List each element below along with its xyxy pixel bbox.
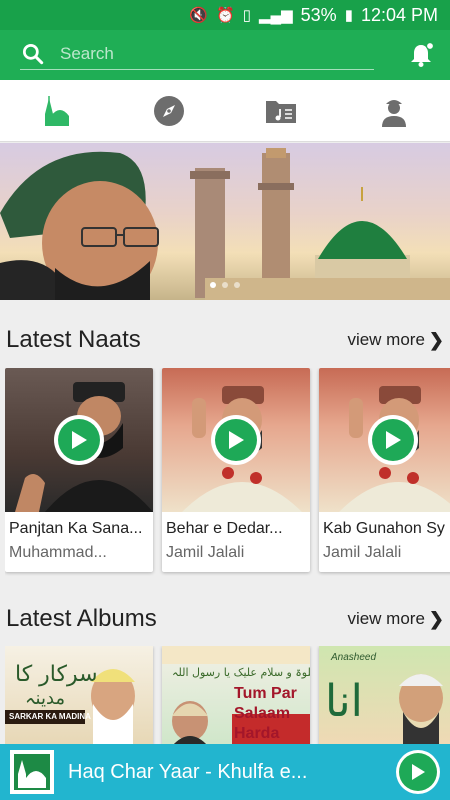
mini-player[interactable]: Haq Char Yaar - Khulfa e... [0, 744, 450, 800]
search-toolbar [0, 30, 450, 80]
naat-title: Behar e Dedar... [166, 520, 283, 537]
chevron-right-icon: ❯ [428, 608, 444, 629]
naat-artist: Jamil Jalali [323, 544, 402, 561]
naat-thumbnail [162, 368, 310, 512]
section-title: Latest Albums [6, 605, 157, 632]
now-playing-artwork [10, 750, 54, 794]
latest-albums-header: Latest Albums view more ❯ [0, 599, 450, 639]
signal-icon: ▂▄▆ [258, 7, 293, 24]
search-icon [22, 43, 44, 64]
naat-card[interactable]: Panjtan Ka Sana... Muhammad... [5, 368, 153, 572]
album-card[interactable]: انا Anasheed [319, 646, 450, 746]
play-button[interactable] [54, 415, 104, 465]
album-card[interactable]: سرکار کا مدینہ SARKAR KA MADINA [5, 646, 153, 746]
bell-icon[interactable] [406, 40, 436, 70]
now-playing-title: Haq Char Yaar - Khulfa e... [68, 760, 308, 783]
carousel-indicator [0, 282, 450, 288]
album-card[interactable]: صلوۃ و سلام علیک یا رسول اللہ Tum Par Sa… [162, 646, 310, 746]
carousel-dot[interactable] [210, 282, 216, 288]
view-more-albums-link[interactable]: view more ❯ [347, 609, 444, 630]
alarm-icon: ⏰ [216, 7, 235, 24]
play-icon [229, 431, 244, 449]
naat-card[interactable]: Behar e Dedar... Jamil Jalali [162, 368, 310, 572]
view-more-naats-link[interactable]: view more ❯ [347, 330, 444, 351]
mosque-icon [14, 754, 50, 790]
section-title: Latest Naats [6, 326, 141, 353]
music-folder-icon [266, 100, 297, 123]
play-icon [72, 431, 87, 449]
mute-vibrate-icon: 🔇 [189, 7, 208, 24]
status-bar: 🔇 ⏰ ▯ ▂▄▆ 53% ▮ 12:04 PM [0, 0, 450, 30]
play-button[interactable] [211, 415, 261, 465]
album-caption: Tum Par Salaam Harda [234, 685, 297, 742]
album-caption: SARKAR KA MADINA [9, 712, 91, 721]
naat-thumbnail [319, 368, 450, 512]
view-more-label: view more [347, 330, 425, 349]
carousel-dot[interactable] [222, 282, 228, 288]
naat-artist: Muhammad... [9, 544, 107, 561]
sim-1-icon: ▯ [242, 7, 251, 24]
tab-library[interactable] [225, 80, 338, 141]
latest-albums-list: سرکار کا مدینہ SARKAR KA MADINA صلوۃ و س… [5, 646, 450, 746]
naat-title: Kab Gunahon Sy [323, 520, 445, 537]
chevron-right-icon: ❯ [428, 329, 444, 350]
compass-icon [153, 95, 184, 126]
play-button[interactable] [368, 415, 418, 465]
naat-title: Panjtan Ka Sana... [9, 520, 143, 537]
mosque-icon [45, 95, 70, 126]
battery-level: 53% [300, 4, 337, 25]
latest-naats-header: Latest Naats view more ❯ [0, 320, 450, 360]
search-field[interactable] [20, 38, 374, 70]
carousel-dot[interactable] [234, 282, 240, 288]
album-cover: سرکار کا مدینہ [5, 662, 135, 746]
tab-qibla[interactable] [113, 80, 226, 141]
naat-card[interactable]: Kab Gunahon Sy Jamil Jalali [319, 368, 450, 572]
main-tabs [0, 80, 450, 142]
tab-home[interactable] [0, 80, 113, 141]
clock: 12:04 PM [360, 4, 438, 25]
banner-image [0, 148, 450, 300]
latest-naats-list: Panjtan Ka Sana... Muhammad... Behar e D… [5, 368, 450, 578]
tab-profile[interactable] [338, 80, 450, 141]
album-caption: Anasheed [331, 652, 377, 663]
naat-thumbnail [5, 368, 153, 512]
battery-charging-icon: ▮ [344, 7, 353, 24]
profile-icon [381, 99, 406, 127]
svg-text:مدینہ: مدینہ [25, 688, 65, 709]
svg-text:سرکار کا: سرکار کا [15, 662, 98, 687]
naat-artist: Jamil Jalali [166, 544, 245, 561]
search-input[interactable] [60, 43, 360, 64]
svg-text:صلوۃ و سلام علیک یا رسول اللہ: صلوۃ و سلام علیک یا رسول اللہ [172, 666, 310, 679]
featured-banner[interactable] [0, 143, 450, 300]
view-more-label: view more [347, 609, 425, 628]
player-play-button[interactable] [396, 750, 440, 794]
svg-text:انا: انا [325, 676, 363, 727]
play-icon [386, 431, 401, 449]
play-icon [412, 764, 425, 780]
